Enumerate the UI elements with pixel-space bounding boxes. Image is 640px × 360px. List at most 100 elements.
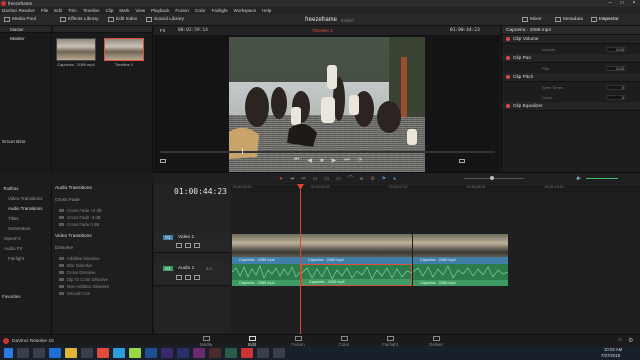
stop-icon[interactable]: ■: [320, 158, 324, 164]
semitones-value[interactable]: 0: [606, 84, 626, 90]
speaker-icon[interactable]: 🔈: [576, 175, 582, 181]
home-icon[interactable]: ⌂: [618, 337, 622, 343]
smart-bins-label[interactable]: Smart Bins: [2, 140, 25, 145]
clock-date[interactable]: 7/27/2018: [601, 353, 620, 358]
audio-clip[interactable]: Capoeira - 2089.mp4: [232, 264, 300, 286]
skip-end-icon[interactable]: ⏭: [344, 157, 349, 164]
volume-enable-icon[interactable]: [506, 37, 510, 41]
audio-clip[interactable]: Capoeira - 2089.mp4: [413, 264, 508, 286]
video-clip[interactable]: Capoeira - 2089.mp4: [413, 234, 508, 264]
bin-master[interactable]: Master: [0, 33, 51, 42]
section-clip-pitch[interactable]: Clip Pitch: [502, 73, 640, 82]
category-audio-transitions[interactable]: Audio Transitions: [0, 204, 51, 214]
maximize-button[interactable]: □: [616, 0, 628, 7]
menu-clip[interactable]: Clip: [106, 8, 114, 13]
equalizer-enable-icon[interactable]: [506, 104, 510, 108]
effect-additive-dissolve[interactable]: Additive Dissolve: [53, 255, 152, 262]
app-icon[interactable]: [113, 348, 125, 358]
menu-edit[interactable]: Edit: [54, 8, 62, 13]
menu-timeline[interactable]: Timeline: [83, 8, 100, 13]
media-timeline-item[interactable]: Timeline 1: [104, 38, 144, 67]
audio-lock-icon[interactable]: [176, 275, 182, 280]
overwrite-clip-icon[interactable]: ▭: [324, 176, 329, 182]
adobe-app-icon[interactable]: [225, 348, 237, 358]
category-openfx[interactable]: OpenFX: [0, 234, 51, 244]
photoshop-icon[interactable]: [145, 348, 157, 358]
volume-slider[interactable]: [586, 178, 618, 179]
video-clip[interactable]: Capoeira - 2089.mp4: [301, 234, 412, 264]
timeline-ruler[interactable]: 01:00:00:00 01:00:18:22 01:00:37:12 01:0…: [231, 185, 640, 193]
effect-smooth-cut[interactable]: Smooth Cut: [53, 290, 152, 297]
linked-selection-icon[interactable]: ∞: [360, 176, 364, 182]
menu-fairlight[interactable]: Fairlight: [212, 8, 228, 13]
media-clip-item[interactable]: Capoeira - 2089.mp4: [56, 38, 96, 67]
menu-help[interactable]: Help: [262, 8, 271, 13]
premiere-icon[interactable]: [161, 348, 173, 358]
pan-value[interactable]: 0.00: [606, 65, 626, 71]
menu-davinci[interactable]: DaVinci Resolve: [2, 8, 35, 13]
settings-gear-icon[interactable]: ⚙: [628, 337, 633, 344]
audio-solo-icon[interactable]: [185, 275, 191, 280]
search-icon[interactable]: [17, 348, 29, 358]
playhead-line[interactable]: [300, 190, 301, 334]
effect-dip-to-color[interactable]: Dip To Color Dissolve: [53, 276, 152, 283]
effect-cross-fade-0[interactable]: Cross Fade 0 dB: [53, 221, 152, 228]
menu-mark[interactable]: Mark: [119, 8, 129, 13]
marker-icon[interactable]: ●: [393, 176, 396, 182]
minimize-button[interactable]: –: [604, 0, 616, 7]
app-icon[interactable]: [129, 348, 141, 358]
start-icon[interactable]: [4, 348, 13, 358]
effect-blur-dissolve[interactable]: Blur Dissolve: [53, 262, 152, 269]
scrubber-playhead[interactable]: [242, 148, 243, 154]
reverse-play-icon[interactable]: ◀: [307, 157, 312, 164]
store-icon[interactable]: [81, 348, 93, 358]
category-audio-fx[interactable]: Audio FX: [0, 244, 51, 254]
task-view-icon[interactable]: [33, 348, 45, 358]
edit-index-button[interactable]: Edit Index: [108, 17, 137, 22]
sound-library-button[interactable]: Sound Library: [146, 17, 184, 22]
pan-enable-icon[interactable]: [506, 56, 510, 60]
zoom-slider-knob[interactable]: [490, 176, 494, 180]
edge-icon[interactable]: [49, 348, 61, 358]
menu-fusion[interactable]: Fusion: [175, 8, 189, 13]
explorer-icon[interactable]: [65, 348, 77, 358]
section-clip-equalizer[interactable]: Clip Equalizer: [502, 102, 640, 111]
zoom-slider[interactable]: [464, 178, 524, 179]
fullscreen-icon[interactable]: [459, 159, 465, 163]
effect-non-additive-dissolve[interactable]: Non-Additive Dissolve: [53, 283, 152, 290]
video-clip[interactable]: Capoeira - 2089.mp4: [232, 234, 300, 264]
cents-value[interactable]: 0: [606, 94, 626, 100]
section-clip-volume[interactable]: Clip Volume: [502, 35, 640, 44]
category-fairlight[interactable]: Fairlight: [0, 254, 51, 264]
position-lock-icon[interactable]: ⊙: [370, 176, 374, 182]
loop-icon[interactable]: ⟳: [358, 157, 363, 164]
track-lock-icon[interactable]: [176, 243, 182, 248]
menu-workspace[interactable]: Workspace: [234, 8, 256, 13]
trim-tool-icon[interactable]: ⇹: [290, 176, 294, 182]
section-clip-pan[interactable]: Clip Pan: [502, 54, 640, 63]
replace-clip-icon[interactable]: ▭: [336, 176, 341, 182]
viewer-mode-icon[interactable]: [160, 159, 166, 163]
effect-cross-fade-plus3[interactable]: Cross Fade +3 dB: [53, 207, 152, 214]
menu-view[interactable]: View: [135, 8, 145, 13]
app-icon[interactable]: [273, 348, 285, 358]
media-pool-button[interactable]: Media Pool: [4, 17, 36, 22]
blade-tool-icon[interactable]: ✂: [301, 176, 305, 182]
mixer-button[interactable]: Mixer: [522, 17, 542, 22]
menu-playback[interactable]: Playback: [151, 8, 169, 13]
menu-trim[interactable]: Trim: [68, 8, 77, 13]
audio-clip-selected[interactable]: Capoeira - 2089.mp4: [301, 264, 412, 286]
insert-clip-icon[interactable]: ▭: [313, 176, 318, 182]
inspector-button[interactable]: Inspector: [591, 17, 619, 22]
after-effects-icon[interactable]: [177, 348, 189, 358]
track-autoselect-icon[interactable]: [185, 243, 191, 248]
effect-cross-fade-minus3[interactable]: Cross Fade -3 dB: [53, 214, 152, 221]
viewer-timeline-name[interactable]: Timeline 1: [312, 28, 333, 33]
flag-icon[interactable]: ⚑: [382, 176, 386, 182]
video-track-name[interactable]: Video 1: [178, 235, 194, 240]
pitch-enable-icon[interactable]: [506, 75, 510, 79]
app-icon[interactable]: [257, 348, 269, 358]
effect-cross-dissolve[interactable]: Cross Dissolve: [53, 269, 152, 276]
snapping-icon[interactable]: ⌒: [348, 175, 353, 182]
toolbox-category[interactable]: Toolbox: [0, 184, 51, 194]
